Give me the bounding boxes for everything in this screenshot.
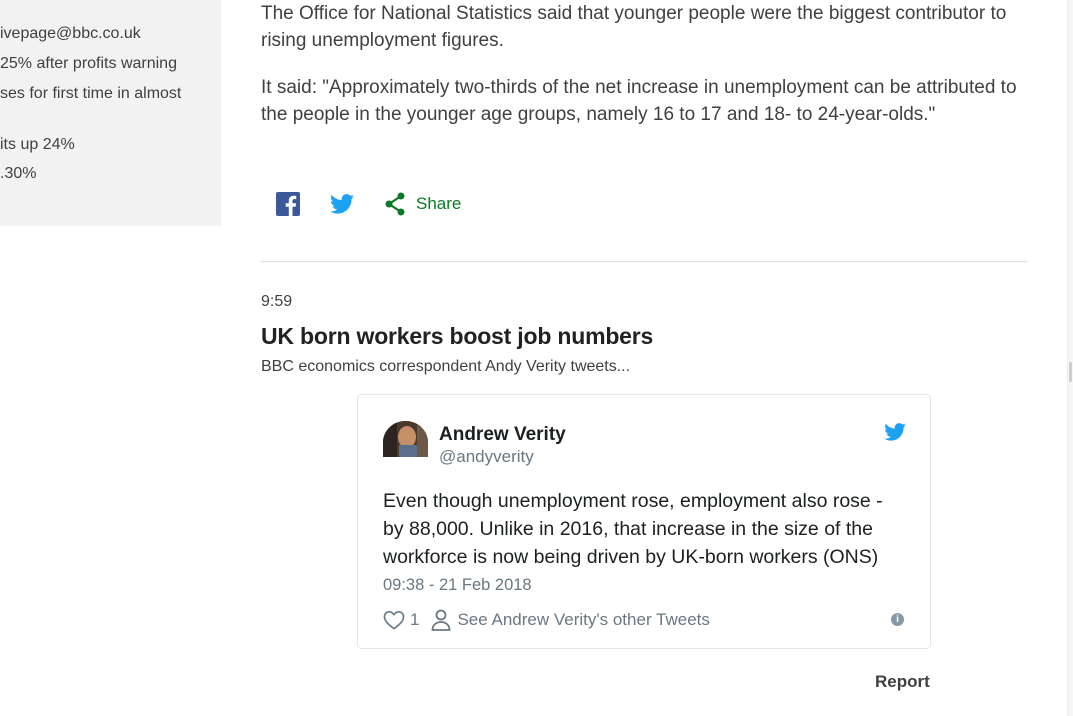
sidebar-email[interactable]: ivepage@bbc.co.uk — [0, 25, 141, 43]
tweet-date-link[interactable]: 09:38 - 21 Feb 2018 — [383, 576, 532, 595]
tweet-actions: 1 See Andrew Verity's other Tweets — [383, 609, 710, 631]
facebook-share-button[interactable] — [276, 192, 300, 216]
share-button[interactable]: Share — [384, 192, 461, 216]
twitter-icon — [330, 194, 354, 214]
divider — [261, 261, 1027, 262]
tweet-text: Even though unemployment rose, employmen… — [383, 490, 883, 568]
share-icon — [385, 192, 405, 216]
sidebar-panel: ivepage@bbc.co.uk 25% after profits warn… — [0, 0, 221, 226]
tweet-author-handle[interactable]: @andyverity — [439, 447, 534, 467]
avatar-photo — [383, 421, 428, 457]
see-other-tweets-label: See Andrew Verity's other Tweets — [457, 610, 710, 629]
post-timestamp: 9:59 — [261, 293, 293, 310]
share-label: Share — [416, 194, 462, 213]
sidebar-item[interactable]: 25% after profits warning — [0, 55, 177, 73]
post-headline: UK born workers boost job numbers — [261, 323, 654, 349]
embedded-tweet: Andrew Verity @andyverity Even though un… — [357, 394, 931, 649]
twitter-icon — [884, 423, 906, 441]
sidebar-item[interactable]: its up 24% — [0, 136, 75, 154]
sidebar-item[interactable]: ses for first time in almost — [0, 85, 181, 103]
tweet-author-name[interactable]: Andrew Verity — [439, 424, 566, 446]
scrollbar[interactable] — [1067, 0, 1073, 716]
share-row: Share — [276, 189, 461, 219]
article-paragraph: It said: "Approximately two-thirds of th… — [261, 77, 1017, 125]
facebook-icon — [276, 192, 300, 216]
report-link[interactable]: Report — [875, 672, 930, 692]
heart-icon — [383, 610, 405, 630]
sidebar-item[interactable]: .30% — [0, 165, 36, 183]
info-icon[interactable]: i — [891, 613, 904, 626]
twitter-share-button[interactable] — [330, 194, 354, 214]
like-button[interactable]: 1 — [383, 610, 419, 630]
avatar[interactable] — [383, 421, 428, 457]
see-other-tweets-link[interactable]: See Andrew Verity's other Tweets — [431, 609, 710, 631]
article-paragraph: The Office for National Statistics said … — [261, 3, 1007, 51]
scrollbar-thumb[interactable] — [1069, 362, 1072, 382]
like-count: 1 — [410, 610, 420, 629]
person-icon — [432, 609, 451, 631]
post-summary: BBC economics correspondent Andy Verity … — [261, 358, 631, 375]
twitter-logo-link[interactable] — [884, 423, 906, 446]
